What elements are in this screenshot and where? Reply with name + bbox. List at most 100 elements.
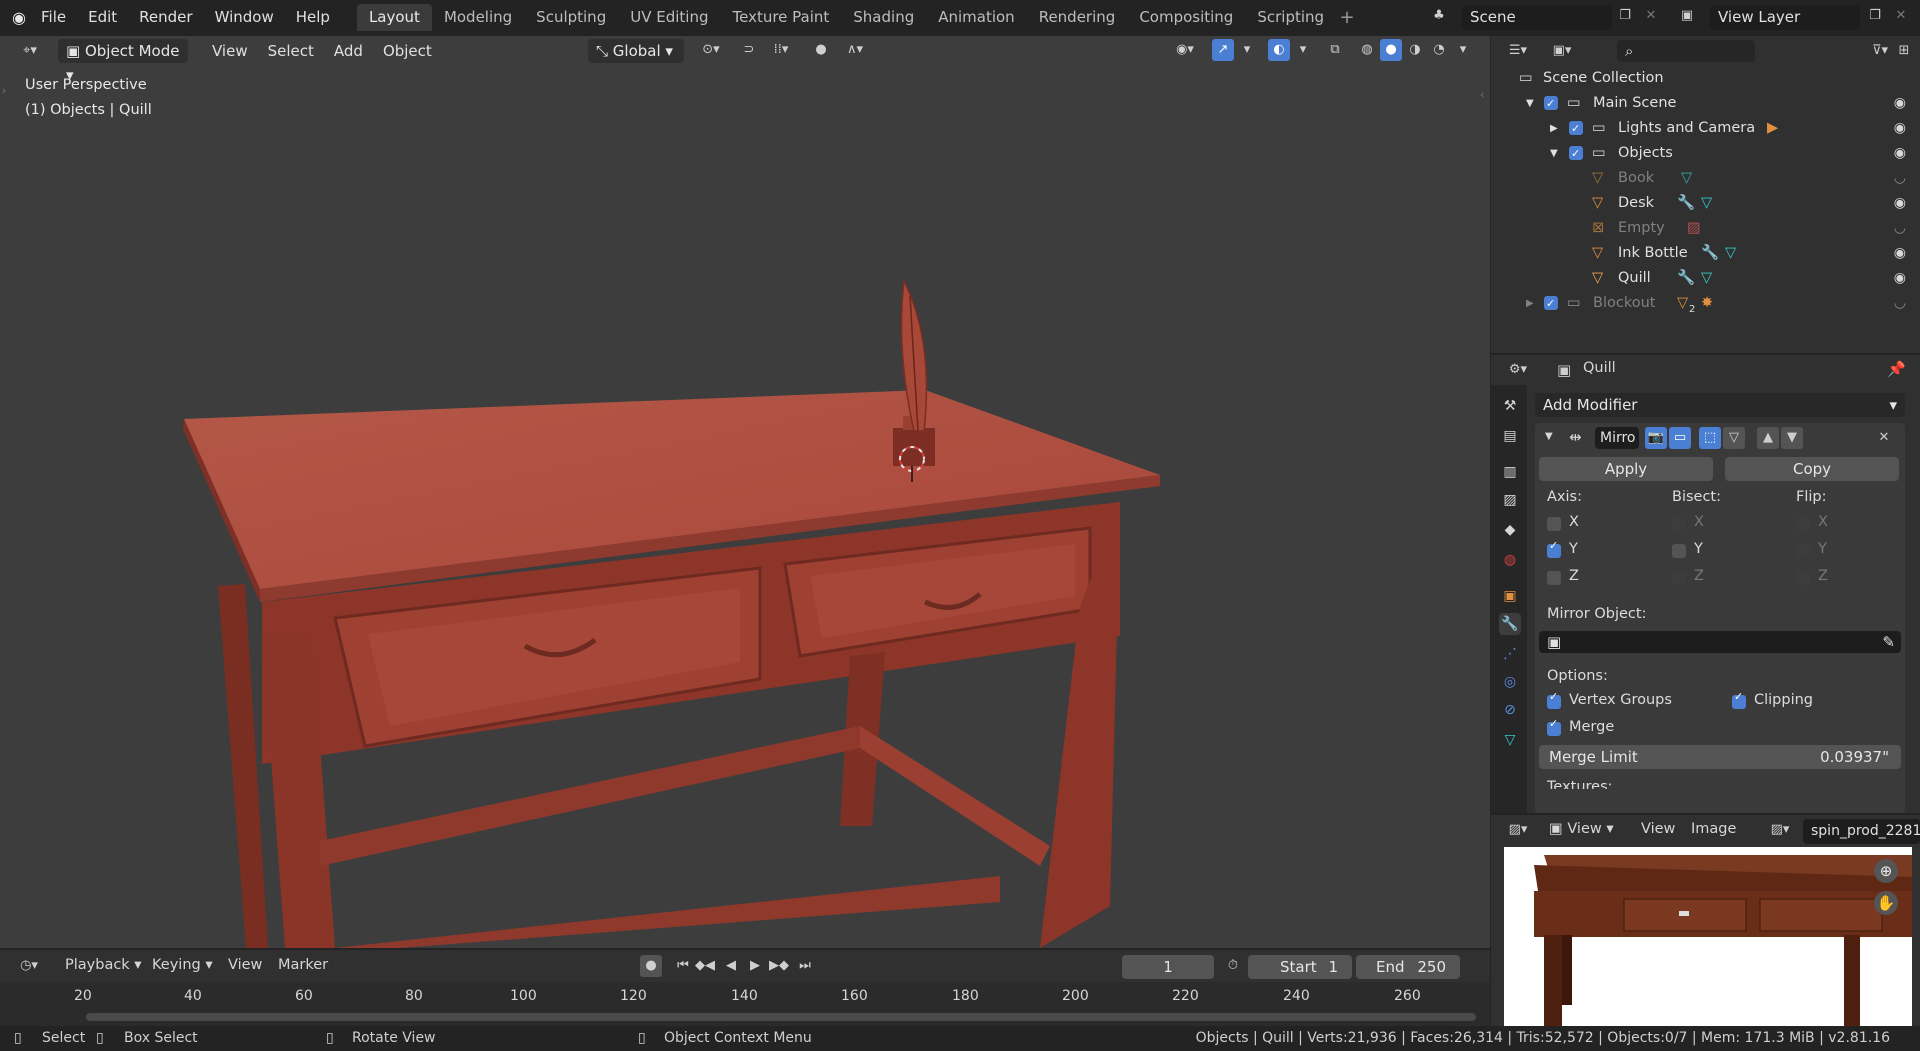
playback-menu[interactable]: Playback ▾ [65,957,142,973]
image-editor-type-icon[interactable]: ▨▾ [1501,819,1535,841]
scene-collection-row[interactable]: ▭ Scene Collection [1491,66,1920,91]
tab-texture-paint[interactable]: Texture Paint [720,4,841,31]
add-workspace-icon[interactable]: + [1336,7,1358,29]
merge-limit-field[interactable]: Merge Limit 0.03937" [1539,745,1901,769]
snap-target-icon[interactable]: ⁞⁞▾ [764,39,798,61]
visibility-icon[interactable]: ◉▾ [1168,39,1202,61]
tab-scripting[interactable]: Scripting [1245,4,1336,31]
modifier-name-field[interactable]: Mirro [1595,427,1639,449]
overlays-icon[interactable]: ◐ [1268,39,1290,61]
object-tab-icon[interactable]: ▣ [1499,585,1521,607]
proportional-edit-icon[interactable]: ● [810,39,832,61]
outliner-row-book[interactable]: ▽ Book ▽ ◡ [1491,166,1920,191]
expand-arrow-icon[interactable]: ▶ [1526,291,1534,316]
outliner-row-empty[interactable]: ⊠ Empty ▨ ◡ [1491,216,1920,241]
outliner-row-desk[interactable]: ▽ Desk 🔧 ▽ ◉ [1491,191,1920,216]
gizmo-icon[interactable]: ↗ [1212,39,1234,61]
move-down-icon[interactable]: ▼ [1781,427,1803,449]
particles-tab-icon[interactable]: ⋰ [1499,643,1521,665]
play-icon[interactable]: ▶ [744,955,766,977]
next-keyframe-icon[interactable]: ▶◆ [768,955,790,977]
stopwatch-icon[interactable]: ⏱ [1222,955,1244,977]
viewport-menu-select[interactable]: Select [258,42,324,60]
output-tab-icon[interactable]: ▥ [1499,461,1521,483]
tool-tab-icon[interactable]: ⚒ [1499,395,1521,417]
hidden-eye-icon[interactable]: ◡ [1894,291,1906,316]
view-layer-copy-icon[interactable]: ❐ [1864,5,1886,27]
outliner-search-input[interactable]: ⌕ [1617,40,1755,62]
scene-close-icon[interactable]: ✕ [1640,5,1662,27]
viewport-menu-add[interactable]: Add [324,42,373,60]
play-reverse-icon[interactable]: ◀ [720,955,742,977]
image-menu-image[interactable]: Image [1691,821,1736,837]
start-frame-field[interactable]: Start 1 [1248,955,1352,979]
tab-rendering[interactable]: Rendering [1027,4,1128,31]
tab-animation[interactable]: Animation [926,4,1026,31]
outliner-row-blockout[interactable]: ▶ ▭ Blockout ▽ 2 ✸ ◡ [1491,291,1920,316]
show-viewport-icon[interactable]: ▭ [1669,427,1691,449]
hidden-eye-icon[interactable]: ◡ [1894,216,1906,241]
prev-keyframe-icon[interactable]: ◆◀ [694,955,716,977]
blockout-checkbox[interactable] [1544,291,1558,316]
tab-sculpting[interactable]: Sculpting [524,4,618,31]
expand-arrow-icon[interactable]: ▼ [1550,141,1558,166]
falloff-icon[interactable]: ∧▾ [838,39,872,61]
tab-uv-editing[interactable]: UV Editing [618,4,720,31]
move-up-icon[interactable]: ▲ [1757,427,1779,449]
copy-button[interactable]: Copy [1725,457,1899,481]
menu-render[interactable]: Render [128,0,203,35]
clipping-checkbox[interactable] [1732,690,1746,709]
snap-icon[interactable]: ⊃ [738,39,760,61]
orientation-dropdown[interactable]: ⤡ Global ▾ [588,39,684,63]
expand-arrow-icon[interactable]: ▼ [1526,91,1534,116]
properties-editor-type-icon[interactable]: ⚙▾ [1501,359,1535,381]
eye-icon[interactable]: ◉ [1894,141,1906,166]
axis-z-checkbox[interactable] [1547,571,1561,585]
eye-icon[interactable]: ◉ [1894,191,1906,216]
zoom-icon[interactable]: ⊕ [1874,859,1898,883]
solid-shading-icon[interactable]: ● [1380,39,1402,61]
rendered-shading-icon[interactable]: ◔ [1428,39,1450,61]
outliner-row-lights-camera[interactable]: ▶ ▭ Lights and Camera ▶ ◉ [1491,116,1920,141]
viewport-menu-view[interactable]: View [202,42,258,60]
tab-modeling[interactable]: Modeling [432,4,524,31]
blender-logo-icon[interactable]: ◉ [8,7,30,29]
outliner-row-quill[interactable]: ▽ Quill 🔧 ▽ ◉ [1491,266,1920,291]
editor-type-icon[interactable]: ⌖▾ [12,40,48,62]
menu-window[interactable]: Window [204,0,285,35]
eye-icon[interactable]: ◉ [1894,91,1906,116]
menu-help[interactable]: Help [285,0,341,35]
record-icon[interactable]: ● [640,955,662,977]
show-cage-icon[interactable]: ▽ [1723,427,1745,449]
image-browse-icon[interactable]: ▨▾ [1763,819,1797,841]
viewport-menu-object[interactable]: Object [373,42,442,60]
view-layer-close-icon[interactable]: ✕ [1890,5,1912,27]
scene-name-field[interactable]: Scene [1462,5,1612,30]
eyedropper-icon[interactable]: ✎ [1882,631,1895,653]
outliner-editor-type-icon[interactable]: ☰▾ [1501,40,1535,62]
menu-edit[interactable]: Edit [77,0,128,35]
eye-icon[interactable]: ◉ [1894,241,1906,266]
view-layer-field[interactable]: View Layer [1710,5,1860,30]
frame-ruler[interactable]: 20 40 60 80 100 120 140 160 180 200 220 … [0,982,1490,1026]
timeline-editor-type-icon[interactable]: ◷▾ [12,955,46,977]
jump-end-icon[interactable]: ⏭ [794,955,816,977]
tab-shading[interactable]: Shading [841,4,926,31]
timeline-menu-marker[interactable]: Marker [278,957,328,973]
timeline-scrollbar[interactable] [86,1013,1476,1021]
image-canvas[interactable]: ⊕ ✋ [1504,847,1912,1026]
gizmo-dropdown-icon[interactable]: ▾ [1236,39,1258,61]
world-tab-icon[interactable]: ◍ [1499,549,1521,571]
modifier-tab-icon[interactable]: 🔧 [1499,613,1521,635]
axis-x-checkbox[interactable] [1547,517,1561,531]
mode-dropdown[interactable]: ▣ Object Mode ▾ [58,39,188,84]
physics-tab-icon[interactable]: ◎ [1499,671,1521,693]
add-modifier-dropdown[interactable]: Add Modifier ▾ [1535,393,1905,417]
flip-x-checkbox[interactable] [1796,517,1810,531]
new-collection-icon[interactable]: ⊞ [1893,40,1915,62]
keying-menu[interactable]: Keying ▾ [152,957,213,973]
constraints-tab-icon[interactable]: ⊘ [1499,699,1521,721]
remove-modifier-icon[interactable]: ✕ [1873,427,1895,449]
apply-button[interactable]: Apply [1539,457,1713,481]
end-frame-field[interactable]: End 250 [1356,955,1460,979]
